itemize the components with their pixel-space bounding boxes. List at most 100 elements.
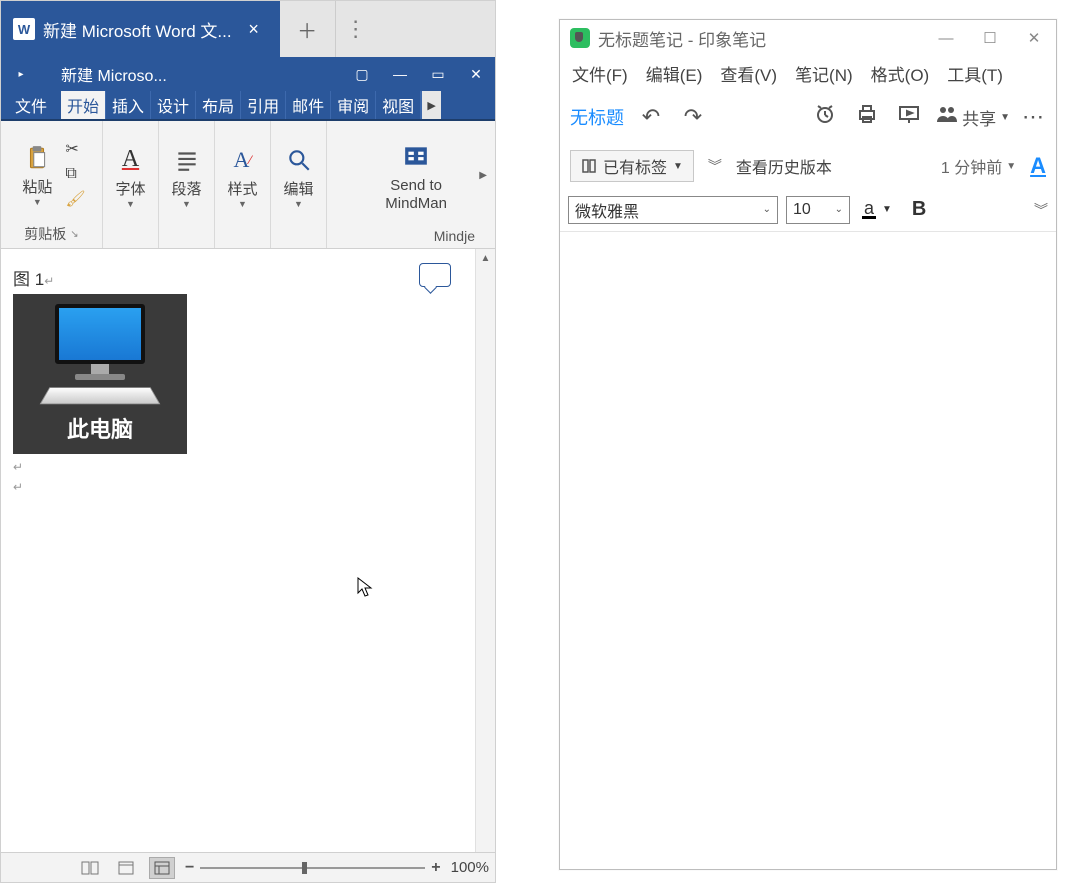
present-icon[interactable]	[894, 102, 924, 132]
ribbon-group-editing: 编辑 ▼	[271, 121, 327, 248]
ribbon-tab-layout[interactable]: 布局	[196, 91, 241, 119]
menu-format[interactable]: 格式(O)	[871, 61, 930, 86]
ribbon-tab-design[interactable]: 设计	[151, 91, 196, 119]
copy-icon[interactable]: ⧉	[65, 165, 85, 183]
note-meta-bar: 已有标签 ▼ ︾ 查看历史版本 1 分钟前▼ A	[560, 144, 1056, 188]
document-page[interactable]: 图 1↵ 此电脑 ↵ ↵	[1, 249, 475, 852]
chevron-down-icon: ▼	[1000, 112, 1010, 123]
chevron-down-icon: ▼	[673, 161, 683, 172]
ribbon-scroll-right-icon[interactable]: ▶	[421, 91, 441, 119]
ribbon-tab-home[interactable]: 开始	[61, 91, 106, 119]
zoom-in-button[interactable]: +	[431, 859, 440, 877]
read-mode-icon[interactable]	[77, 857, 103, 879]
close-button[interactable]: ✕	[457, 66, 495, 83]
font-family-select[interactable]: 微软雅黑 ⌄	[568, 196, 778, 224]
zoom-out-button[interactable]: −	[185, 859, 194, 877]
tags-label: 已有标签	[603, 154, 667, 178]
ribbon-group-paragraph: 段落 ▼	[159, 121, 215, 248]
tags-button[interactable]: 已有标签 ▼	[570, 150, 694, 182]
ribbon-tab-view[interactable]: 视图	[376, 91, 421, 119]
ribbon-group-styles: A⁄ 样式 ▼	[215, 121, 271, 248]
paste-button[interactable]: 粘贴 ▼	[15, 137, 59, 211]
note-editor[interactable]	[560, 232, 1056, 869]
zoom-track[interactable]	[200, 867, 425, 869]
redo-icon[interactable]: ↷	[678, 104, 708, 130]
chevron-down-icon: ▼	[182, 199, 191, 209]
figure-caption: 图 1	[13, 270, 44, 289]
menu-tools[interactable]: 工具(T)	[947, 61, 1003, 86]
ribbon-options-icon[interactable]: ▢	[343, 66, 381, 83]
menu-view[interactable]: 查看(V)	[720, 61, 777, 86]
ribbon-tabs: 文件 开始 插入 设计 布局 引用 邮件 审阅 视图 ▶	[1, 91, 495, 121]
ribbon-tab-insert[interactable]: 插入	[106, 91, 151, 119]
paragraph-mark-icon: ↵	[13, 480, 463, 494]
close-button[interactable]: ✕	[1012, 29, 1056, 47]
minimize-button[interactable]: —	[381, 66, 419, 82]
reminder-icon[interactable]	[810, 102, 840, 132]
font-family-value: 微软雅黑	[575, 198, 639, 222]
menu-note[interactable]: 笔记(N)	[795, 61, 853, 86]
web-layout-icon[interactable]	[149, 857, 175, 879]
menu-edit[interactable]: 编辑(E)	[646, 61, 703, 86]
monitor-icon	[55, 304, 145, 364]
ribbon-tab-mailings[interactable]: 邮件	[286, 91, 331, 119]
ribbon-tab-references[interactable]: 引用	[241, 91, 286, 119]
paragraph-icon	[170, 143, 204, 177]
ribbon-group-mindmanager: Send to MindMan ▶ Mindje	[327, 121, 495, 248]
editing-button[interactable]: 编辑 ▼	[277, 139, 321, 213]
zoom-slider[interactable]: − +	[185, 859, 441, 877]
more-icon[interactable]: ⋯	[1022, 104, 1046, 130]
vertical-scrollbar[interactable]: ▲	[475, 249, 495, 852]
timestamp-button[interactable]: 1 分钟前▼	[941, 154, 1016, 178]
expand-down-icon[interactable]: ︾	[708, 162, 722, 170]
scroll-up-icon[interactable]: ▲	[476, 249, 495, 269]
styles-label: 样式	[227, 181, 257, 199]
dialog-launcher-icon[interactable]: ↘	[70, 229, 78, 240]
text-style-icon[interactable]: A	[1030, 153, 1046, 179]
chevron-down-icon: ▼	[126, 199, 135, 209]
tab-overflow-icon[interactable]: ⋮	[336, 16, 376, 42]
chevron-down-icon: ▼	[882, 204, 892, 215]
maximize-button[interactable]: ☐	[968, 29, 1012, 47]
font-size-value: 10	[793, 201, 811, 219]
note-title-field[interactable]: 无标题	[570, 104, 624, 130]
maximize-button[interactable]: ▭	[419, 66, 457, 83]
evernote-window: 无标题笔记 - 印象笔记 — ☐ ✕ 文件(F) 编辑(E) 查看(V) 笔记(…	[559, 19, 1057, 870]
paragraph-button[interactable]: 段落 ▼	[165, 139, 209, 213]
word-document-tab[interactable]: W 新建 Microsoft Word 文... ×	[1, 1, 280, 57]
minimize-button[interactable]: —	[924, 30, 968, 47]
search-icon	[282, 143, 316, 177]
ribbon-tab-review[interactable]: 审阅	[331, 91, 376, 119]
zoom-thumb[interactable]	[302, 862, 307, 874]
format-painter-icon[interactable]: 🖌	[65, 189, 85, 209]
browser-tabbar: W 新建 Microsoft Word 文... × ＋ ⋮	[1, 1, 495, 57]
font-color-button[interactable]: a ▼	[858, 200, 896, 219]
clipboard-side-buttons: ✂ ⧉ 🖌	[63, 135, 87, 213]
undo-icon[interactable]: ↶	[636, 104, 666, 130]
quick-access-indicator[interactable]: ▸	[1, 69, 41, 80]
send-to-mindmanager-button[interactable]: Send to MindMan	[357, 135, 475, 217]
share-label: 共享	[962, 105, 996, 130]
share-button[interactable]: 共享 ▼	[936, 105, 1010, 130]
expand-down-icon[interactable]: ︾	[1034, 206, 1048, 214]
ribbon-scroll-icon[interactable]: ▶	[479, 170, 487, 181]
font-size-select[interactable]: 10 ⌄	[786, 196, 850, 224]
zoom-level[interactable]: 100%	[451, 859, 489, 876]
comment-icon[interactable]	[419, 263, 451, 287]
ribbon-tab-file[interactable]: 文件	[1, 91, 61, 119]
inserted-image[interactable]: 此电脑	[13, 294, 187, 454]
paragraph-mark-icon: ↵	[13, 460, 463, 474]
new-tab-button[interactable]: ＋	[280, 1, 336, 57]
font-button[interactable]: A 字体 ▼	[109, 139, 153, 213]
keyboard-icon	[40, 387, 161, 404]
font-icon: A	[114, 143, 148, 177]
cut-icon[interactable]: ✂	[65, 139, 85, 159]
bold-button[interactable]: B	[904, 198, 934, 221]
menu-file[interactable]: 文件(F)	[572, 61, 628, 86]
print-layout-icon[interactable]	[113, 857, 139, 879]
evernote-titlebar: 无标题笔记 - 印象笔记 — ☐ ✕	[560, 20, 1056, 56]
close-tab-icon[interactable]: ×	[240, 19, 268, 40]
print-icon[interactable]	[852, 102, 882, 132]
view-history-button[interactable]: 查看历史版本	[736, 154, 927, 178]
styles-button[interactable]: A⁄ 样式 ▼	[221, 139, 265, 213]
